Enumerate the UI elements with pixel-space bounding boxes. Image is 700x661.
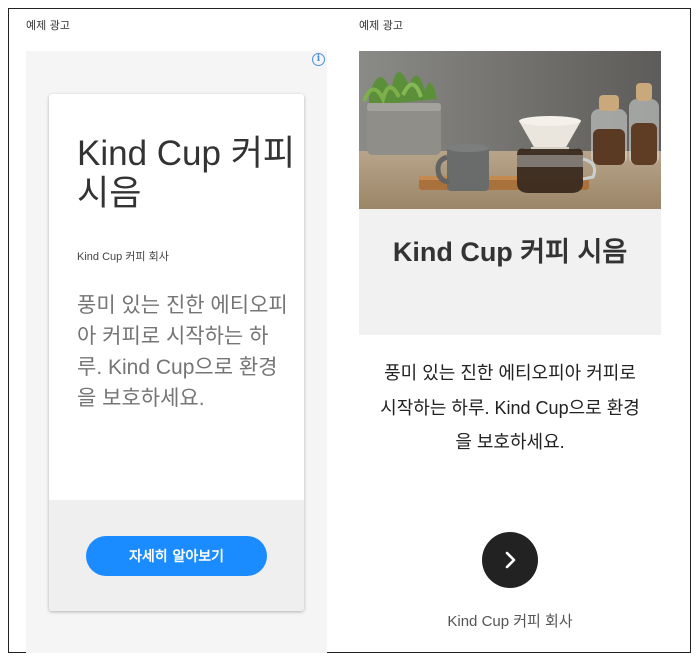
left-ad-card[interactable]: Kind Cup 커피 시음 Kind Cup 커피 회사 풍미 있는 진한 에… xyxy=(49,94,304,611)
right-ad-title[interactable]: Kind Cup 커피 시음 xyxy=(379,231,641,274)
next-arrow-button[interactable] xyxy=(482,532,538,588)
left-ad-advertiser: Kind Cup 커피 회사 xyxy=(77,251,169,263)
learn-more-button[interactable]: 자세히 알아보기 xyxy=(86,536,267,576)
info-icon[interactable]: i xyxy=(312,53,325,66)
left-ad-label: 예제 광고 xyxy=(26,19,70,32)
right-ad-advertiser: Kind Cup 커피 회사 xyxy=(447,613,573,630)
right-ad-label: 예제 광고 xyxy=(359,19,403,32)
left-ad-title: Kind Cup 커피 시음 xyxy=(77,134,296,213)
coffee-product-image[interactable] xyxy=(359,51,661,209)
chevron-right-icon xyxy=(505,551,516,569)
left-ad-body: 풍미 있는 진한 에티오피아 커피로 시작하는 하루. Kind Cup으로 환… xyxy=(77,294,288,410)
right-ad-title-box: Kind Cup 커피 시음 xyxy=(359,209,661,335)
right-ad-body: 풍미 있는 진한 에티오피아 커피로 시작하는 하루. Kind Cup으로 환… xyxy=(380,363,640,452)
left-ad-footer: 자세히 알아보기 xyxy=(49,500,304,611)
